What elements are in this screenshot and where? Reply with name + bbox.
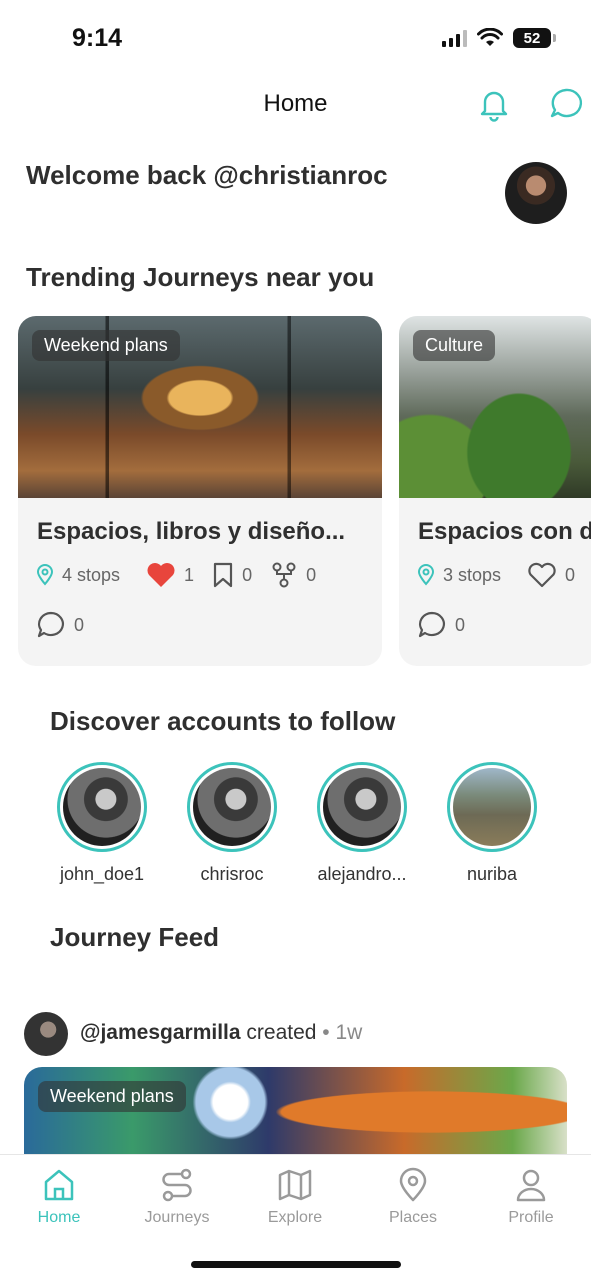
separator-dot: • <box>322 1021 330 1044</box>
account-username: john_doe1 <box>59 864 145 884</box>
home-indicator <box>191 1261 401 1268</box>
suggested-account[interactable]: nuriba <box>437 762 547 885</box>
suggested-account[interactable]: alejandro... <box>307 762 417 885</box>
comment-button[interactable]: 0 <box>417 610 465 640</box>
tab-label: Journeys <box>144 1209 210 1226</box>
status-icons: 52 <box>442 28 556 48</box>
like-button[interactable]: 1 <box>146 562 194 588</box>
comment-bubble-icon <box>37 611 64 638</box>
tab-places[interactable]: Places <box>363 1167 463 1227</box>
pin-icon <box>399 1167 427 1202</box>
journey-comments-row: 0 <box>36 610 102 640</box>
heart-filled-icon <box>147 563 175 587</box>
avatar <box>447 762 537 852</box>
suggested-account[interactable]: chrisroc <box>177 762 287 885</box>
wifi-icon <box>477 28 503 46</box>
tab-label: Profile <box>508 1209 554 1226</box>
trending-section-title: Trending Journeys near you <box>26 262 375 292</box>
suggested-account[interactable]: john_doe1 <box>47 762 157 885</box>
avatar[interactable] <box>24 1012 68 1056</box>
save-button[interactable]: 0 <box>212 562 252 588</box>
tab-profile[interactable]: Profile <box>481 1167 581 1227</box>
journey-card[interactable]: Culture Espacios con d 3 stops 0 0 <box>399 316 591 666</box>
journey-comments-row: 0 <box>417 610 483 640</box>
stops-count: 3 stops <box>443 564 502 585</box>
tab-label: Places <box>388 1209 438 1226</box>
journey-title: Espacios con d <box>418 518 591 545</box>
avatar <box>57 762 147 852</box>
tab-explore[interactable]: Explore <box>245 1167 345 1227</box>
discover-section-title: Discover accounts to follow <box>50 706 396 736</box>
stops-stat: 3 stops <box>417 564 501 586</box>
user-icon <box>516 1169 546 1202</box>
heart-outline-icon <box>528 562 556 588</box>
comments-count: 0 <box>455 614 466 635</box>
journey-stats-row: 3 stops 0 <box>417 562 591 588</box>
journey-card[interactable]: Weekend plans Espacios, libros y diseño.… <box>18 316 382 666</box>
home-icon <box>44 1169 74 1201</box>
journey-stats-row: 4 stops 1 0 0 <box>36 562 334 588</box>
stops-count: 4 stops <box>62 564 121 585</box>
fork-button[interactable]: 0 <box>270 562 316 588</box>
status-time: 9:14 <box>72 24 123 52</box>
stops-stat: 4 stops <box>36 564 120 586</box>
welcome-heading: Welcome back @christianroc <box>26 160 388 190</box>
post-action: created <box>246 1021 317 1044</box>
messages-chat-icon[interactable] <box>548 86 584 122</box>
tab-label: Home <box>37 1209 81 1226</box>
feed-section-title: Journey Feed <box>50 922 220 952</box>
likes-count: 1 <box>184 564 195 585</box>
journey-category-badge: Culture <box>413 330 496 361</box>
notifications-bell-icon[interactable] <box>476 86 512 122</box>
status-bar: 9:14 52 <box>0 0 591 70</box>
tab-journeys[interactable]: Journeys <box>127 1167 227 1227</box>
fork-icon <box>272 562 296 588</box>
avatar <box>317 762 407 852</box>
cellular-signal-icon <box>442 29 467 47</box>
post-time: 1w <box>335 1021 363 1044</box>
avatar <box>187 762 277 852</box>
tab-label: Explore <box>267 1209 323 1226</box>
location-pin-icon <box>36 564 54 586</box>
map-icon <box>278 1169 312 1201</box>
account-username: alejandro... <box>317 864 407 884</box>
feed-post-image[interactable]: Weekend plans <box>24 1067 567 1167</box>
post-author-link[interactable]: @jamesgarmilla <box>80 1021 241 1044</box>
route-icon <box>162 1168 192 1202</box>
journey-category-badge: Weekend plans <box>32 330 180 361</box>
feed-post-header: @jamesgarmilla created • 1w <box>80 1021 362 1045</box>
likes-count: 0 <box>565 564 576 585</box>
top-nav: Home <box>0 70 591 140</box>
battery-icon: 52 <box>513 28 556 48</box>
account-username: chrisroc <box>200 864 264 884</box>
tab-home[interactable]: Home <box>9 1167 109 1227</box>
avatar[interactable] <box>505 162 567 224</box>
saves-count: 0 <box>242 564 253 585</box>
location-pin-icon <box>417 564 435 586</box>
comment-bubble-icon <box>418 611 445 638</box>
like-button[interactable]: 0 <box>527 562 575 588</box>
journey-title: Espacios, libros y diseño... <box>37 518 346 545</box>
comment-button[interactable]: 0 <box>36 610 84 640</box>
forks-count: 0 <box>306 564 317 585</box>
bottom-tab-bar: Home Journeys Explore Places Profile <box>0 1154 591 1280</box>
account-username: nuriba <box>466 864 518 884</box>
journey-category-badge: Weekend plans <box>38 1081 186 1112</box>
comments-count: 0 <box>74 614 85 635</box>
bookmark-icon <box>213 562 233 588</box>
